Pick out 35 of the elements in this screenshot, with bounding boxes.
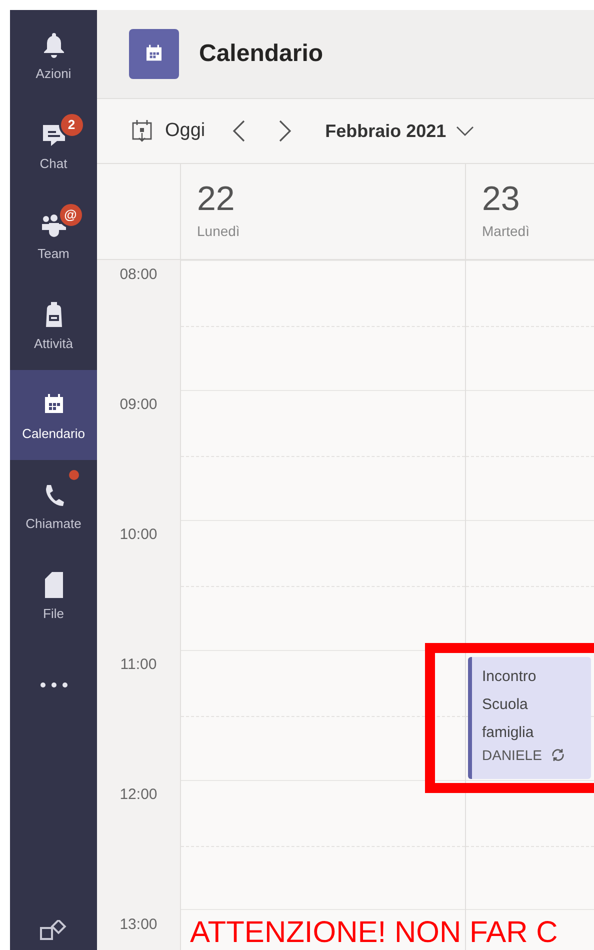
chevron-down-icon bbox=[456, 126, 474, 136]
sidebar-item[interactable]: @ Team bbox=[10, 190, 97, 280]
page-title: Calendario bbox=[199, 40, 324, 68]
weekday-label: Lunedì bbox=[197, 223, 241, 239]
event-organizer: DANIELE bbox=[482, 747, 542, 763]
hour-label: 08:00 bbox=[120, 266, 158, 283]
sidebar-item[interactable]: Attività bbox=[10, 280, 97, 370]
calendar-today-icon bbox=[131, 119, 153, 143]
sidebar-item[interactable]: Chiamate bbox=[10, 460, 97, 550]
hour-label: 09:00 bbox=[120, 396, 158, 413]
sidebar-item[interactable]: File bbox=[10, 550, 97, 640]
more-icon bbox=[38, 682, 68, 688]
hour-label: 11:00 bbox=[120, 656, 157, 673]
warning-caption: ATTENZIONE! NON FAR C bbox=[190, 916, 558, 950]
calendar-tile-icon bbox=[129, 29, 179, 79]
file-icon bbox=[44, 570, 64, 598]
sidebar-item[interactable]: Azioni bbox=[10, 10, 97, 100]
chevron-right-icon bbox=[278, 119, 292, 143]
day-number: 22 bbox=[197, 180, 236, 219]
notification-badge: @ bbox=[58, 202, 84, 228]
sidebar-item[interactable]: Calendario bbox=[10, 370, 97, 460]
notification-badge: 2 bbox=[58, 112, 84, 138]
sidebar-item[interactable]: 2 Chat bbox=[10, 100, 97, 190]
hour-label: 12:00 bbox=[120, 786, 158, 803]
hour-label: 13:00 bbox=[120, 916, 158, 933]
chevron-left-icon bbox=[232, 119, 246, 143]
hour-label: 10:00 bbox=[120, 526, 158, 543]
weekday-label: Martedì bbox=[482, 223, 530, 239]
today-button[interactable]: Oggi bbox=[131, 119, 206, 143]
time-slot[interactable] bbox=[466, 780, 594, 910]
day-number: 23 bbox=[482, 180, 521, 219]
bell-icon bbox=[42, 32, 64, 58]
apps-icon bbox=[38, 920, 68, 940]
month-picker[interactable]: Febbraio 2021 bbox=[325, 120, 474, 142]
event-title: Incontro Scuola famiglia bbox=[482, 667, 538, 743]
